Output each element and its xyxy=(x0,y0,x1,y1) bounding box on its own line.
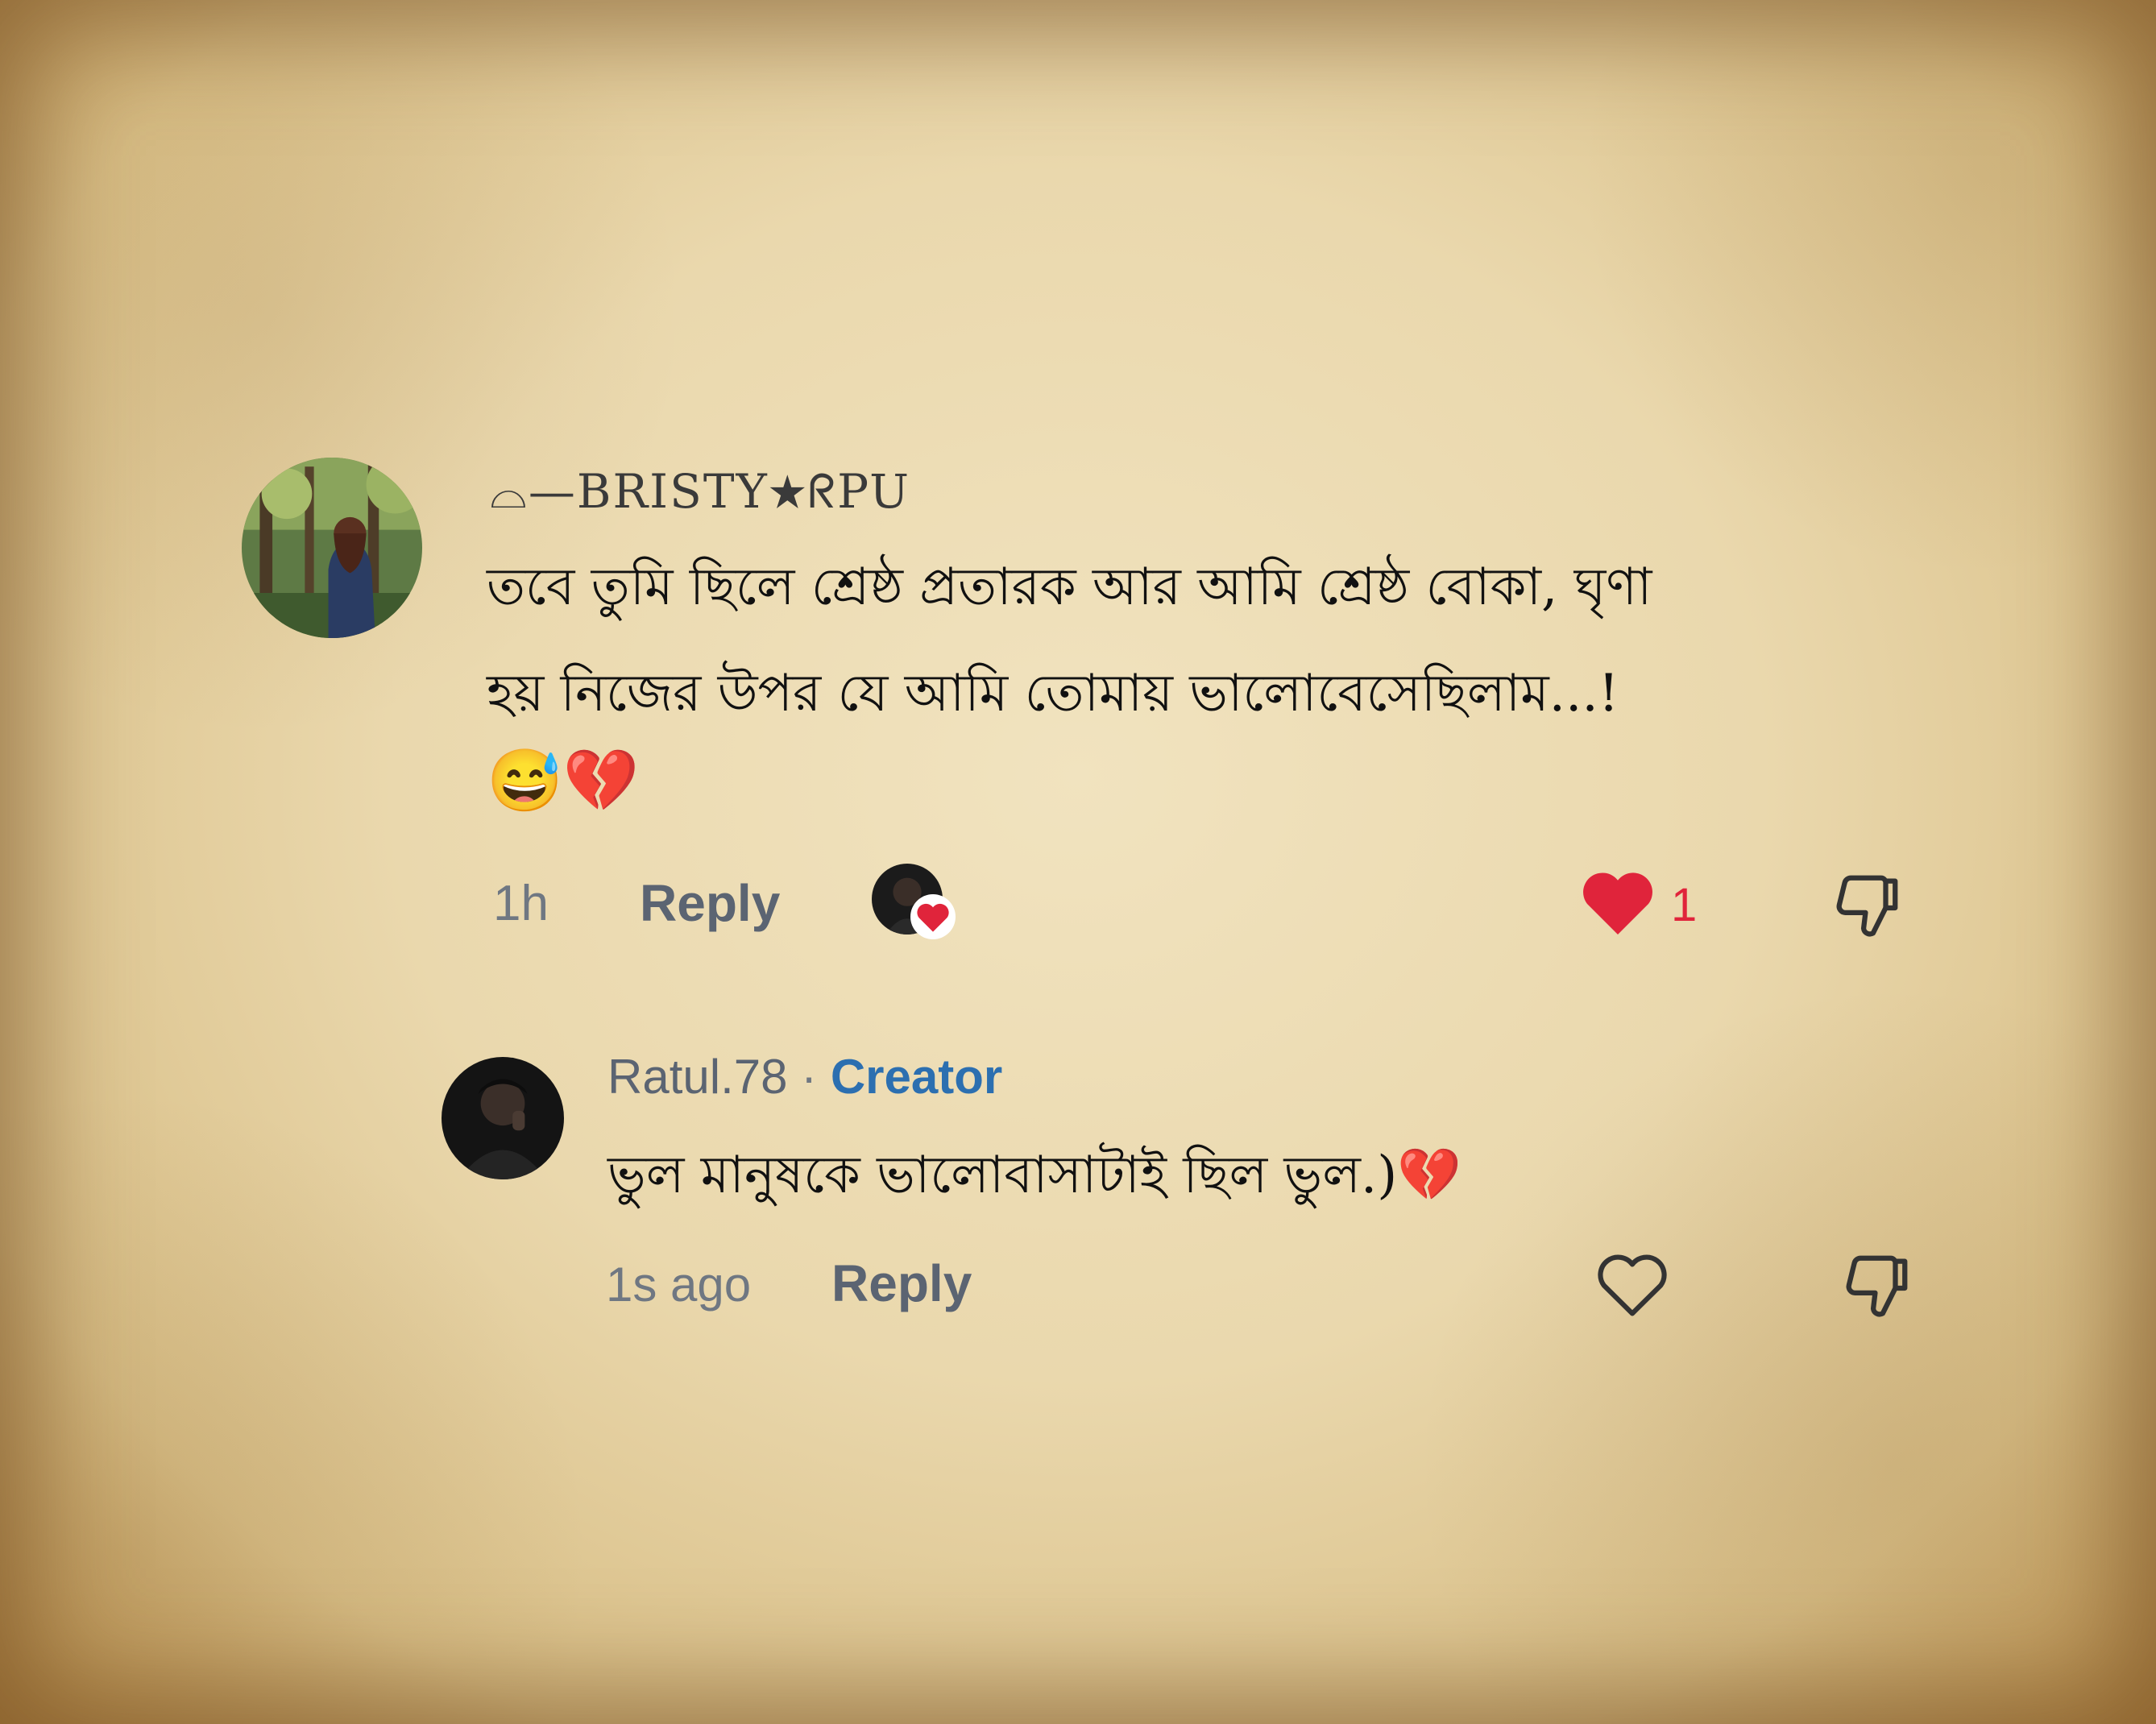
reply-dislike-thumbs-down-icon[interactable] xyxy=(1839,1249,1914,1324)
creator-liked-heart-icon xyxy=(910,894,956,939)
avatar-photo-forest xyxy=(242,458,422,638)
reply-username[interactable]: Ratul.78 xyxy=(607,1050,787,1104)
reply-author-avatar[interactable] xyxy=(442,1057,564,1179)
comment-reply-button[interactable]: Reply xyxy=(640,873,780,933)
reply-like-heart-outline-icon[interactable] xyxy=(1595,1249,1669,1320)
comment-text-line-2: হয় নিজের উপর যে আমি তোমায় ভালোবেসেছিলা… xyxy=(487,664,1619,723)
reply-text: ভুল মানুষকে ভালোবাসাটাই ছিল ভুল.)💔 xyxy=(607,1146,1462,1205)
creator-badge: Creator xyxy=(830,1050,1003,1104)
paper-texture xyxy=(0,0,2156,1724)
reply-reply-button[interactable]: Reply xyxy=(831,1254,972,1313)
reply-separator: · xyxy=(801,1050,818,1104)
commenter-avatar[interactable] xyxy=(242,458,422,638)
comment-text-line-3: 😅💔 xyxy=(487,744,640,816)
paper-edge-burn xyxy=(0,0,2156,1724)
reply-header: Ratul.78 · Creator xyxy=(607,1049,1002,1104)
commenter-username[interactable]: ⌓—BRISTY★ᖇPU xyxy=(490,464,910,520)
comment-text-line-1: তবে তুমি ছিলে শ্রেষ্ঠ প্রতারক আর আমি শ্র… xyxy=(487,557,1652,617)
comment-dislike-thumbs-down-icon[interactable] xyxy=(1829,868,1905,944)
comment-like-heart-icon[interactable] xyxy=(1579,867,1656,938)
reply-timestamp: 1s ago xyxy=(606,1258,752,1312)
reply-avatar-photo xyxy=(442,1057,564,1179)
comment-like-count: 1 xyxy=(1671,879,1698,931)
comment-timestamp: 1h xyxy=(493,876,549,931)
